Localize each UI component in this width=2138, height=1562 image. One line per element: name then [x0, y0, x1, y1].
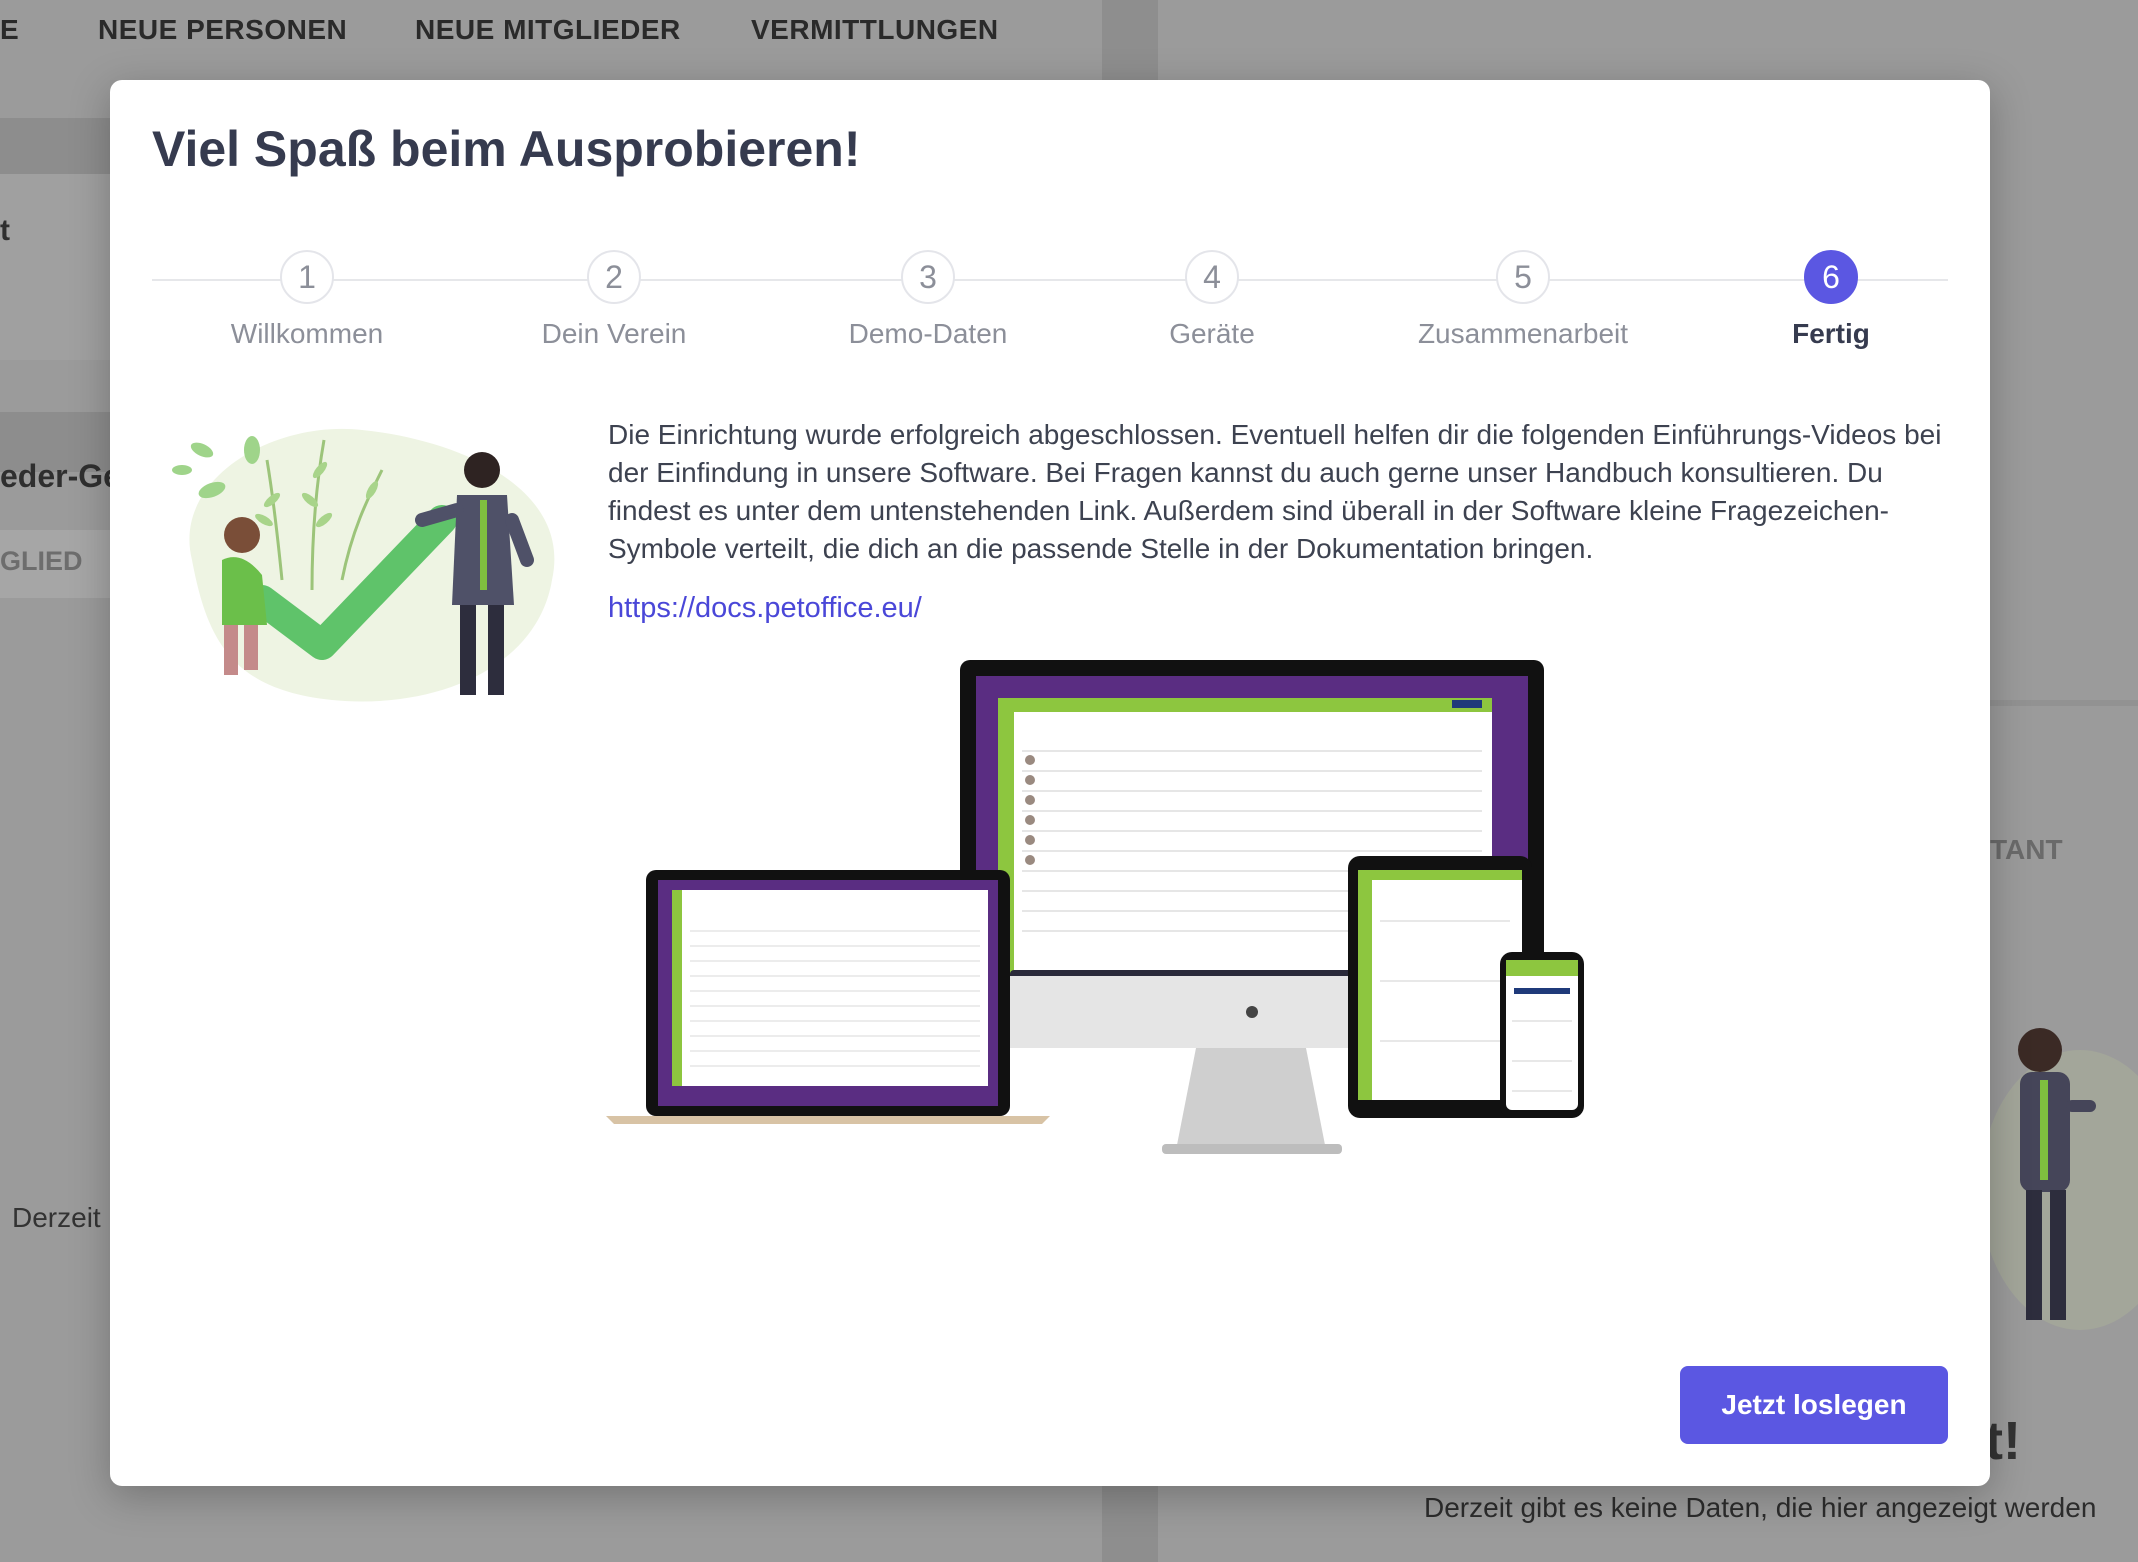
step-number: 5 [1496, 250, 1550, 304]
onboarding-dialog: Viel Spaß beim Ausprobieren! 1 Willkomme… [110, 80, 1990, 1486]
background-right-heading-fragment: t! [1985, 1411, 2021, 1471]
onboarding-stepper: 1 Willkommen 2 Dein Verein 3 Demo-Daten … [152, 250, 1948, 360]
nav-tab-neue-personen: NEUE PERSONEN [98, 14, 348, 45]
step-label: Demo-Daten [848, 318, 1008, 349]
step-label: Geräte [1169, 318, 1255, 349]
step-label: Dein Verein [541, 318, 687, 349]
completion-description: Die Einrichtung wurde erfolgreich abgesc… [608, 419, 1942, 564]
step-number: 2 [587, 250, 641, 304]
background-text-fragment: t [0, 214, 10, 247]
background-section-heading: eder-Ge [0, 458, 121, 494]
step-dein-verein: 2 Dein Verein [464, 250, 764, 350]
multi-device-mockup [606, 660, 1584, 1154]
step-fertig: 6 Fertig [1681, 250, 1981, 350]
nav-tab-neue-mitglieder: NEUE MITGLIEDER [415, 14, 681, 45]
background-right-tab-fragment: TANT [1990, 834, 2063, 865]
background-tab-fragment: GLIED [0, 546, 83, 576]
step-number: 4 [1185, 250, 1239, 304]
background-empty-state-text: Derzeit gibt es keine Daten, die hier an… [1424, 1492, 2097, 1523]
dialog-title: Viel Spaß beim Ausprobieren! [152, 121, 861, 177]
step-demo-daten: 3 Demo-Daten [778, 250, 1078, 350]
step-label-active: Fertig [1792, 318, 1870, 349]
nav-tab-partial: E [0, 14, 20, 45]
iphone-mockup [1500, 952, 1584, 1118]
success-checkmark-illustration [172, 428, 555, 702]
step-willkommen: 1 Willkommen [157, 250, 457, 350]
background-person-illustration [1980, 1028, 2138, 1330]
step-zusammenarbeit: 5 Zusammenarbeit [1373, 250, 1673, 350]
nav-tab-vermittlungen: VERMITTLUNGEN [751, 14, 999, 45]
macbook-mockup [606, 870, 1050, 1124]
step-geraete: 4 Geräte [1062, 250, 1362, 350]
step-number-active: 6 [1804, 250, 1858, 304]
step-number: 3 [901, 250, 955, 304]
background-empty-fragment: Derzeit [12, 1202, 101, 1233]
get-started-button[interactable]: Jetzt loslegen [1680, 1366, 1948, 1444]
step-label: Willkommen [230, 318, 384, 349]
step-number: 1 [280, 250, 334, 304]
documentation-link[interactable]: https://docs.petoffice.eu/ [608, 592, 922, 625]
step-label: Zusammenarbeit [1417, 318, 1629, 349]
